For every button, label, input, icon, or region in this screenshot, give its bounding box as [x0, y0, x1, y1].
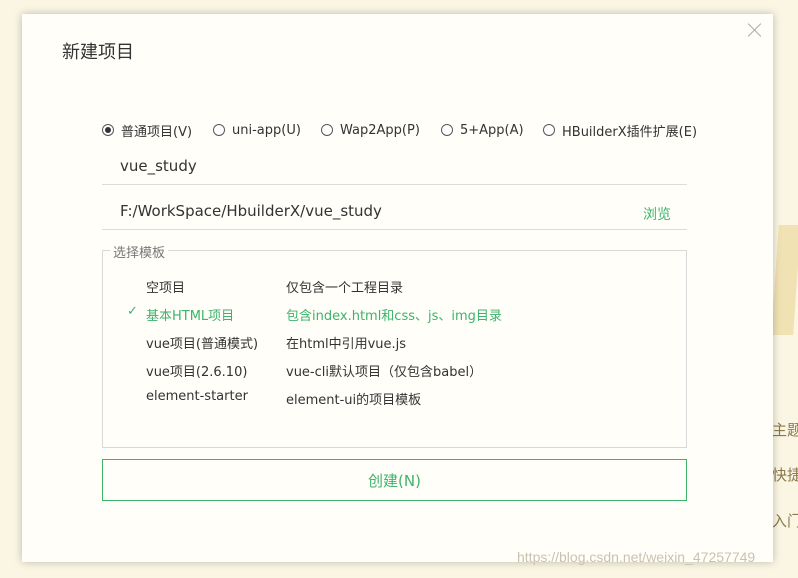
template-group: 选择模板 空项目 仅包含一个工程目录 ✓ 基本HTML项目 包含index.ht… — [102, 242, 687, 448]
radio-checked-icon — [102, 124, 114, 136]
radio-unchecked-icon — [213, 124, 225, 136]
radio-hbuilderx-plugin[interactable]: HBuilderX插件扩展(E) — [543, 120, 697, 140]
template-name: vue项目(普通模式) — [146, 337, 259, 352]
dialog-title: 新建项目 — [62, 42, 134, 63]
radio-uni-app[interactable]: uni-app(U) — [213, 120, 301, 140]
project-name-input[interactable] — [120, 155, 620, 177]
template-group-legend: 选择模板 — [110, 242, 169, 261]
template-item-element-starter[interactable]: element-starter element-ui的项目模板 — [103, 385, 686, 409]
template-name: element-starter — [146, 389, 248, 404]
browse-link[interactable]: 浏览 — [643, 204, 671, 224]
radio-label: 普通项目(V) — [121, 124, 193, 140]
template-desc: 包含index.html和css、js、img目录 — [286, 309, 502, 324]
radio-label: Wap2App(P) — [340, 122, 420, 138]
template-item-vue-normal[interactable]: vue项目(普通模式) 在html中引用vue.js — [103, 329, 686, 353]
template-desc: 在html中引用vue.js — [286, 337, 407, 352]
radio-label: 5+App(A) — [460, 122, 524, 138]
create-button-label: 创建(N) — [368, 471, 421, 490]
template-item-empty[interactable]: 空项目 仅包含一个工程目录 — [103, 273, 686, 297]
new-project-dialog: 新建项目 普通项目(V) uni-app(U) Wap2App(P) 5+App… — [22, 14, 773, 562]
background-decoration — [771, 225, 798, 335]
template-item-basic-html[interactable]: ✓ 基本HTML项目 包含index.html和css、js、img目录 — [103, 301, 686, 325]
radio-label: uni-app(U) — [232, 122, 301, 138]
radio-normal-project[interactable]: 普通项目(V) — [102, 120, 192, 140]
project-type-radio-group: 普通项目(V) uni-app(U) Wap2App(P) 5+App(A) H… — [102, 120, 722, 140]
template-desc: 仅包含一个工程目录 — [286, 281, 404, 296]
project-name-field — [102, 147, 687, 185]
template-name: 基本HTML项目 — [146, 309, 235, 324]
radio-5plus-app[interactable]: 5+App(A) — [441, 120, 524, 140]
template-name: 空项目 — [146, 281, 186, 296]
template-item-vue-cli[interactable]: vue项目(2.6.10) vue-cli默认项目（仅包含babel） — [103, 357, 686, 381]
project-path-field: 浏览 — [102, 192, 687, 230]
radio-unchecked-icon — [321, 124, 333, 136]
background-text-shortcut: 快捷 — [772, 466, 798, 484]
watermark-text: https://blog.csdn.net/weixin_47257749 — [517, 549, 756, 565]
checkmark-icon: ✓ — [127, 304, 138, 319]
template-name: vue项目(2.6.10) — [146, 365, 248, 380]
project-path-input[interactable] — [120, 200, 620, 222]
template-desc: vue-cli默认项目（仅包含babel） — [286, 365, 483, 380]
radio-label: HBuilderX插件扩展(E) — [562, 124, 698, 140]
radio-unchecked-icon — [543, 124, 555, 136]
radio-wap2app[interactable]: Wap2App(P) — [321, 120, 420, 140]
background-text-theme: 主题 — [772, 421, 798, 439]
template-desc: element-ui的项目模板 — [286, 393, 422, 408]
background-text-intro: 入门 — [772, 512, 798, 530]
close-icon[interactable] — [747, 22, 763, 38]
radio-unchecked-icon — [441, 124, 453, 136]
create-button[interactable]: 创建(N) — [102, 459, 687, 501]
